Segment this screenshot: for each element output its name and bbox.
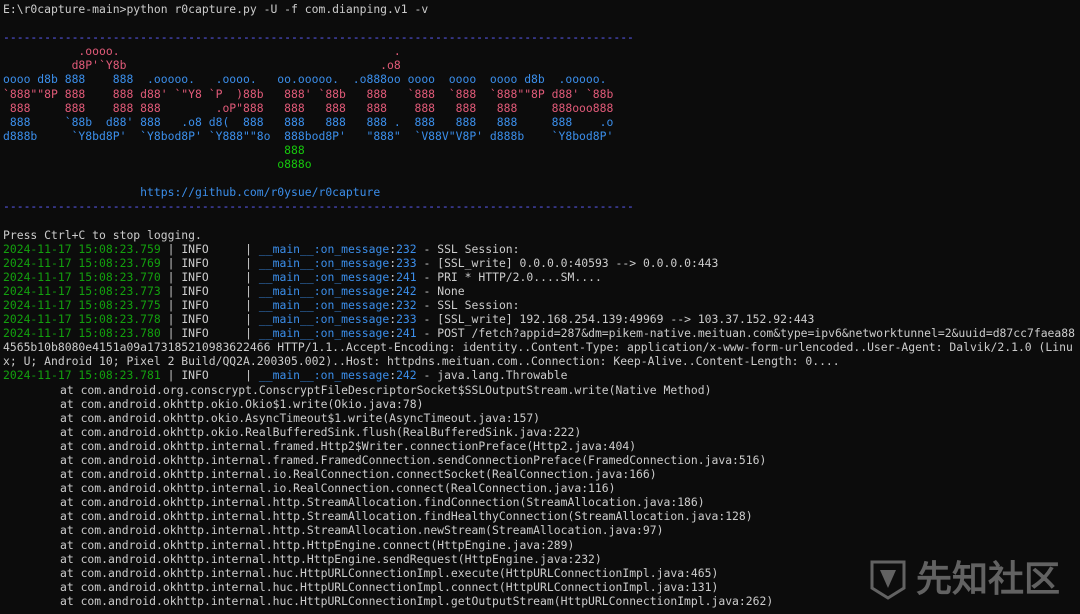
terminal-output[interactable]: E:\r0capture-main>python r0capture.py -U…: [3, 2, 1077, 608]
log-timestamp: 2024-11-17 15:08:23.769: [3, 255, 161, 270]
command-prompt-line: E:\r0capture-main>python r0capture.py -U…: [3, 2, 429, 16]
log-line-number: 241: [396, 326, 417, 341]
log-module: __main__:on_message: [258, 312, 390, 327]
banner-line: oooo d8b 888 888 .ooooo. .oooo. oo.ooooo…: [3, 72, 607, 87]
log-row: 2024-11-17 15:08:23.778 | INFO | __main_…: [3, 312, 815, 327]
log-line-number: 242: [396, 368, 417, 383]
log-row: 2024-11-17 15:08:23.773 | INFO | __main_…: [3, 283, 465, 298]
banner-url-line: https://github.com/r0ysue/r0capture: [3, 185, 1077, 199]
log-row: 2024-11-17 15:08:23.759 | INFO | __main_…: [3, 241, 520, 256]
ascii-banner: .oooo. . d8P'`Y8b .o8 oooo d8b 888 888 .o…: [3, 44, 1077, 171]
log-row: 2024-11-17 15:08:23.781 | INFO | __main_…: [3, 368, 568, 383]
log-timestamp: 2024-11-17 15:08:23.759: [3, 241, 161, 256]
banner-line: 888: [3, 142, 305, 157]
log-line-number: 241: [396, 269, 417, 284]
log-timestamp: 2024-11-17 15:08:23.770: [3, 269, 161, 284]
stack-frame: at com.android.org.conscrypt.ConscryptFi…: [60, 382, 712, 397]
stop-logging-message: Press Ctrl+C to stop logging.: [3, 227, 202, 242]
stack-frame: at com.android.okhttp.internal.io.RealCo…: [60, 481, 616, 496]
log-timestamp: 2024-11-17 15:08:23.780: [3, 326, 161, 341]
log-module: __main__:on_message: [258, 326, 390, 341]
banner-line: d8P'`Y8b .o8: [3, 58, 401, 73]
log-level: INFO: [181, 283, 209, 298]
log-module: __main__:on_message: [258, 241, 390, 256]
log-timestamp: 2024-11-17 15:08:23.778: [3, 312, 161, 327]
log-level: INFO: [181, 326, 209, 341]
log-message: None: [437, 283, 465, 298]
banner-line: `888""8P 888 888 d88' `"Y8 `P )88b 888' …: [3, 86, 614, 101]
log-list: 2024-11-17 15:08:23.759 | INFO | __main_…: [3, 242, 1077, 383]
xianzhi-logo-icon: [870, 560, 906, 600]
log-level: INFO: [181, 241, 209, 256]
log-module: __main__:on_message: [258, 368, 390, 383]
banner-line: o888o: [3, 157, 312, 172]
log-line-number: 232: [396, 241, 417, 256]
log-timestamp: 2024-11-17 15:08:23.781: [3, 368, 161, 383]
banner-line: 888 `88b d88' 888 .o8 d8( 888 888 888 88…: [3, 114, 614, 129]
log-row: 2024-11-17 15:08:23.770 | INFO | __main_…: [3, 269, 602, 284]
stack-frame: at com.android.okhttp.internal.http.Stre…: [60, 495, 705, 510]
log-level: INFO: [181, 312, 209, 327]
log-message: SSL Session:: [437, 241, 520, 256]
log-module: __main__:on_message: [258, 269, 390, 284]
repo-url: https://github.com/r0ysue/r0capture: [140, 185, 381, 200]
log-level: INFO: [181, 297, 209, 312]
stack-frame: at com.android.okhttp.internal.io.RealCo…: [60, 467, 657, 482]
stack-frame: at com.android.okhttp.internal.framed.Ht…: [60, 438, 637, 453]
stack-frame: at com.android.okhttp.okio.RealBufferedS…: [60, 424, 582, 439]
log-level: INFO: [181, 255, 209, 270]
log-module: __main__:on_message: [258, 255, 390, 270]
banner-line: .oooo. .: [3, 44, 401, 59]
stack-frame: at com.android.okhttp.internal.http.Stre…: [60, 509, 753, 524]
divider-top: ----------------------------------------…: [3, 30, 634, 45]
stack-frame: at com.android.okhttp.okio.AsyncTimeout$…: [60, 410, 541, 425]
log-message: POST /fetch?appid=287&dm=pikem-native.me…: [3, 326, 1075, 369]
log-message: SSL Session:: [437, 297, 520, 312]
log-row: 2024-11-17 15:08:23.780 | INFO | __main_…: [3, 326, 1075, 369]
log-timestamp: 2024-11-17 15:08:23.775: [3, 297, 161, 312]
banner-line: 888 888 888 888 .oP"888 888 888 888 888 …: [3, 100, 614, 115]
log-row: 2024-11-17 15:08:23.775 | INFO | __main_…: [3, 297, 520, 312]
log-line-number: 233: [396, 255, 417, 270]
log-level: INFO: [181, 269, 209, 284]
stack-frame: at com.android.okhttp.okio.Okio$1.write(…: [60, 396, 424, 411]
log-message: java.lang.Throwable: [437, 368, 568, 383]
stack-frame: at com.android.okhttp.internal.http.Http…: [60, 537, 575, 552]
stack-frame: at com.android.okhttp.internal.http.Stre…: [60, 523, 664, 538]
log-message: [SSL_write] 0.0.0.0:40593 --> 0.0.0.0:44…: [437, 255, 719, 270]
watermark-logo: 先知社区: [866, 558, 1060, 602]
log-line-number: 242: [396, 283, 417, 298]
log-module: __main__:on_message: [258, 283, 390, 298]
log-message: [SSL_write] 192.168.254.139:49969 --> 10…: [437, 312, 815, 327]
log-message: PRI * HTTP/2.0....SM....: [437, 269, 602, 284]
banner-line: d888b `Y8bd8P' `Y8bod8P' `Y888""8o 888bo…: [3, 128, 614, 143]
log-timestamp: 2024-11-17 15:08:23.773: [3, 283, 161, 298]
log-row: 2024-11-17 15:08:23.769 | INFO | __main_…: [3, 255, 719, 270]
watermark-text: 先知社区: [915, 558, 1060, 600]
divider-bottom: ----------------------------------------…: [3, 199, 634, 214]
log-line-number: 232: [396, 297, 417, 312]
log-module: __main__:on_message: [258, 297, 390, 312]
stack-frame: at com.android.okhttp.internal.framed.Fr…: [60, 453, 767, 467]
log-line-number: 233: [396, 312, 417, 327]
log-level: INFO: [181, 368, 209, 383]
